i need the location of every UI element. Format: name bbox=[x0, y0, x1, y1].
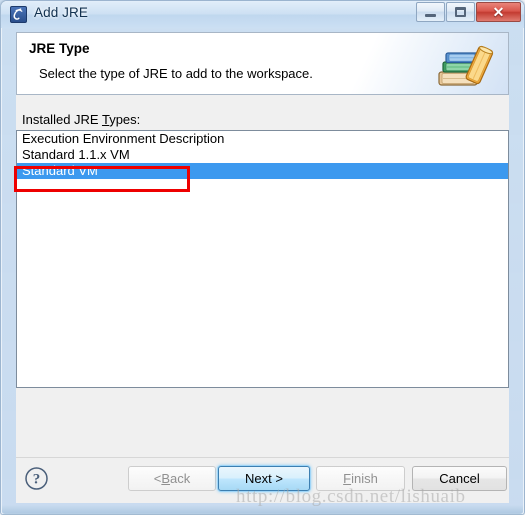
back-button-label-suffix: ack bbox=[170, 471, 191, 486]
java-jre-icon bbox=[10, 6, 27, 23]
finish-button-label-suffix: inish bbox=[351, 471, 378, 486]
window-controls: ✕ bbox=[415, 2, 521, 23]
list-item[interactable]: Execution Environment Description bbox=[17, 131, 508, 147]
help-question-icon[interactable]: ? bbox=[24, 466, 49, 491]
close-button[interactable]: ✕ bbox=[476, 2, 521, 22]
list-item[interactable]: Standard 1.1.x VM bbox=[17, 147, 508, 163]
add-jre-dialog: Add JRE ✕ JRE Type Select the type of JR… bbox=[0, 0, 525, 515]
next-button[interactable]: Next > bbox=[218, 466, 310, 491]
books-stack-icon bbox=[433, 41, 495, 89]
label-text-suffix: ypes: bbox=[109, 112, 141, 127]
close-icon: ✕ bbox=[492, 4, 505, 20]
installed-jre-types-list[interactable]: Execution Environment Description Standa… bbox=[16, 130, 509, 388]
back-button[interactable]: < Back bbox=[128, 466, 216, 491]
restore-icon bbox=[455, 7, 466, 17]
cancel-button[interactable]: Cancel bbox=[412, 466, 507, 491]
page-title: JRE Type bbox=[29, 41, 90, 56]
back-button-accelerator: B bbox=[161, 471, 171, 486]
window-title: Add JRE bbox=[34, 5, 88, 20]
minimize-icon bbox=[425, 14, 436, 17]
back-button-label: < bbox=[153, 471, 162, 486]
minimize-button[interactable] bbox=[416, 2, 445, 22]
finish-button[interactable]: Finish bbox=[316, 466, 405, 491]
page-description: Select the type of JRE to add to the wor… bbox=[39, 66, 313, 81]
finish-button-accelerator: F bbox=[343, 471, 352, 486]
list-item[interactable]: Standard VM bbox=[17, 163, 508, 179]
dialog-header: JRE Type Select the type of JRE to add t… bbox=[16, 32, 509, 94]
cancel-button-label: Cancel bbox=[439, 471, 480, 486]
label-text-prefix: Installed JRE bbox=[22, 112, 102, 127]
next-button-label: Next > bbox=[245, 471, 283, 486]
installed-jre-types-label: Installed JRE Types: bbox=[22, 112, 140, 127]
titlebar[interactable]: Add JRE ✕ bbox=[1, 1, 524, 28]
svg-text:?: ? bbox=[33, 472, 41, 488]
restore-button[interactable] bbox=[446, 2, 475, 22]
